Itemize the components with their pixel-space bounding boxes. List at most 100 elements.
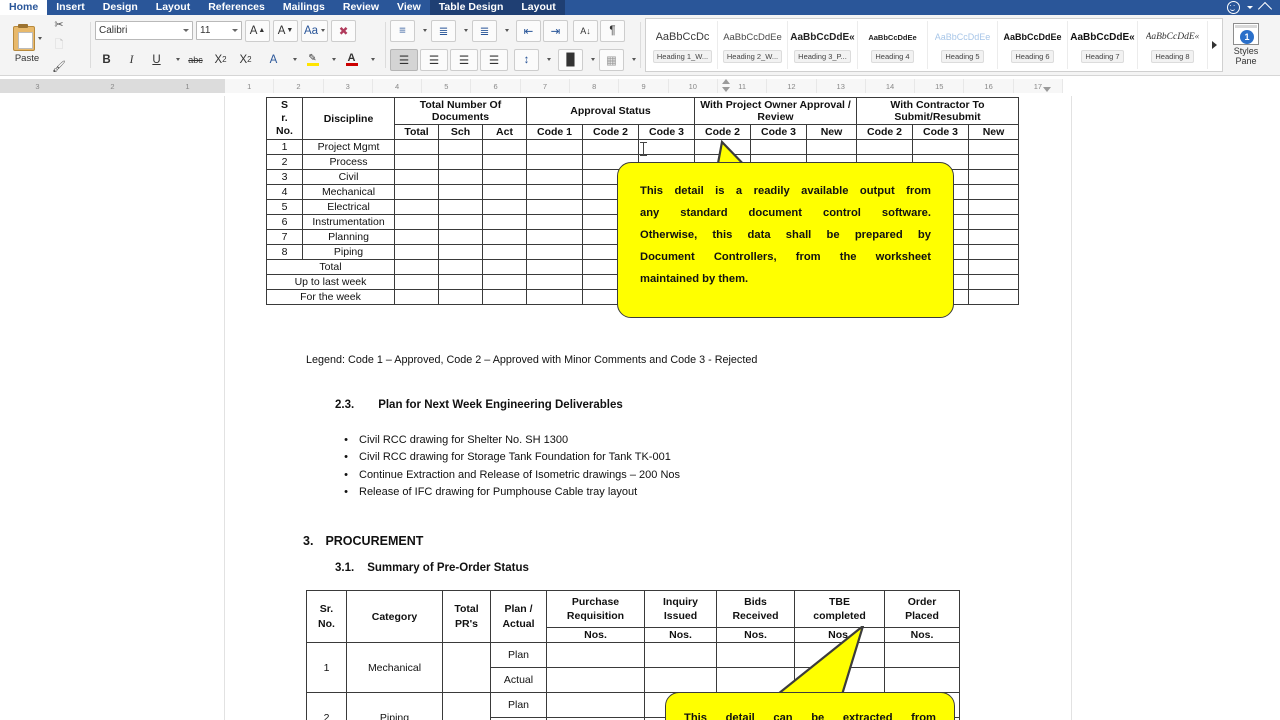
ruler-track[interactable]: 3 2 1 1 2 3 4 5 6 7 8 9 10 11 12 13 14 15 16 17: [0, 79, 1280, 93]
bullet-list-dropdown-icon[interactable]: [417, 21, 429, 41]
cell-sr[interactable]: 6: [266, 214, 303, 231]
styles-pane-button[interactable]: 1 Styles Pane: [1223, 23, 1269, 67]
bullet-list-icon[interactable]: ≡: [390, 19, 415, 42]
cell-sr[interactable]: 2: [266, 154, 303, 171]
underline-button[interactable]: U: [145, 50, 168, 70]
tab-design[interactable]: Design: [94, 0, 147, 15]
numbered-list-icon[interactable]: ≣: [431, 19, 456, 42]
line-spacing-icon[interactable]: ↕: [514, 48, 539, 71]
strikethrough-button[interactable]: abc: [184, 50, 207, 70]
style-tile-heading1[interactable]: AaBbCcDc Heading 1_W...: [648, 21, 718, 69]
chevron-down-icon[interactable]: [183, 29, 189, 32]
copy-icon[interactable]: 🗋: [49, 36, 69, 55]
cell2-category[interactable]: Mechanical: [346, 642, 443, 693]
tab-review[interactable]: Review: [334, 0, 388, 15]
multilevel-list-icon[interactable]: ≣: [472, 19, 497, 42]
underline-dropdown-icon[interactable]: [170, 50, 182, 70]
style-tile-heading8[interactable]: AaBbCcDdE« Heading 8: [1138, 21, 1208, 69]
first-line-indent-marker[interactable]: [722, 79, 730, 84]
gallery-more-icon[interactable]: [1208, 41, 1220, 49]
document-page[interactable]: Sr. No. Discipline Total Number Of Docume…: [225, 96, 1071, 720]
clear-formatting-icon[interactable]: ✖: [331, 19, 357, 42]
cell-sr[interactable]: 4: [266, 184, 303, 201]
cell2-plan[interactable]: Plan: [490, 642, 547, 668]
grow-font-button[interactable]: A ▲: [245, 19, 270, 42]
chevron-down-icon[interactable]: [1247, 6, 1253, 9]
text-effects-dropdown-icon[interactable]: [287, 50, 299, 70]
list-item[interactable]: • Release of IFC drawing for Pumphouse C…: [333, 484, 680, 501]
cell-discipline[interactable]: Planning: [302, 229, 395, 246]
cell-total[interactable]: Total: [266, 259, 395, 276]
cell-discipline[interactable]: Process: [302, 154, 395, 171]
tab-table-layout[interactable]: Layout: [512, 0, 565, 15]
align-center-icon[interactable]: ☰: [420, 48, 448, 71]
styles-gallery[interactable]: AaBbCcDc Heading 1_W... AaBbCcDdEe Headi…: [645, 18, 1223, 72]
cell2-category[interactable]: Piping: [346, 692, 443, 720]
highlighter-icon[interactable]: ✎: [301, 50, 324, 70]
numbered-list-dropdown-icon[interactable]: [458, 21, 470, 41]
paste-button[interactable]: Paste: [5, 24, 49, 64]
line-spacing-dropdown-icon[interactable]: [541, 50, 553, 70]
tab-layout[interactable]: Layout: [147, 0, 199, 15]
chevron-down-icon[interactable]: [232, 29, 238, 32]
shading-icon[interactable]: █: [558, 48, 583, 71]
bold-button[interactable]: B: [95, 50, 118, 70]
list-item[interactable]: • Civil RCC drawing for Storage Tank Fou…: [333, 449, 680, 466]
paste-dropdown-icon[interactable]: [37, 37, 42, 40]
pilcrow-icon[interactable]: ¶: [600, 19, 625, 42]
decrease-indent-icon[interactable]: ⇤: [516, 19, 541, 42]
superscript-button[interactable]: X2: [234, 50, 257, 70]
left-indent-marker[interactable]: [722, 87, 730, 92]
cell-sr[interactable]: 8: [266, 244, 303, 261]
style-tile-heading5[interactable]: AaBbCcDdEe Heading 5: [928, 21, 998, 69]
style-tile-heading6[interactable]: AaBbCcDdEe Heading 6: [998, 21, 1068, 69]
align-right-icon[interactable]: ☰: [450, 48, 478, 71]
tab-mailings[interactable]: Mailings: [274, 0, 334, 15]
style-tile-heading2[interactable]: AaBbCcDdEe Heading 2_W...: [718, 21, 788, 69]
cell-discipline[interactable]: Mechanical: [302, 184, 395, 201]
increase-indent-icon[interactable]: ⇥: [543, 19, 568, 42]
cell-sr[interactable]: 7: [266, 229, 303, 246]
paintbrush-icon[interactable]: 🖌: [49, 57, 69, 76]
cell2-sr[interactable]: 2: [306, 692, 347, 720]
tab-insert[interactable]: Insert: [47, 0, 94, 15]
cell-up-to-last-week[interactable]: Up to last week: [266, 274, 395, 291]
shrink-font-button[interactable]: A ▼: [273, 19, 298, 42]
style-tile-heading3[interactable]: AaBbCcDdE« Heading 3_P...: [788, 21, 858, 69]
callout-documents-note[interactable]: This detail is a readily available outpu…: [617, 162, 954, 318]
tab-home[interactable]: Home: [0, 0, 48, 15]
font-name-input[interactable]: Calibri: [95, 21, 193, 40]
shading-dropdown-icon[interactable]: [585, 50, 597, 70]
font-color-dropdown-icon[interactable]: [365, 50, 377, 70]
sort-az-icon[interactable]: A↓: [573, 19, 598, 42]
callout-procurement-note[interactable]: This detail can be extracted from: [665, 692, 955, 720]
cell2-actual[interactable]: Actual: [490, 667, 547, 693]
font-color-button[interactable]: A: [340, 50, 363, 70]
cell-sr[interactable]: 3: [266, 169, 303, 186]
subscript-button[interactable]: X2: [209, 50, 232, 70]
cell-sr[interactable]: 1: [266, 139, 303, 156]
multilevel-list-dropdown-icon[interactable]: [499, 21, 511, 41]
tab-references[interactable]: References: [199, 0, 274, 15]
cell-sr[interactable]: 5: [266, 199, 303, 216]
cell-discipline[interactable]: Instrumentation: [302, 214, 395, 231]
cell-discipline[interactable]: Project Mgmt: [302, 139, 395, 156]
text-effects-button[interactable]: A: [262, 50, 285, 70]
style-tile-heading7[interactable]: AaBbCcDdE« Heading 7: [1068, 21, 1138, 69]
change-case-button[interactable]: Aa: [301, 19, 329, 42]
cell-for-the-week[interactable]: For the week: [266, 289, 395, 306]
chevron-up-icon[interactable]: [1257, 1, 1273, 17]
right-indent-marker[interactable]: [1043, 87, 1051, 92]
style-tile-heading4[interactable]: AaBbCcDdEe Heading 4: [858, 21, 928, 69]
font-size-input[interactable]: 11: [196, 21, 242, 40]
tab-view[interactable]: View: [388, 0, 430, 15]
align-left-icon[interactable]: ☰: [390, 48, 418, 71]
borders-icon[interactable]: ▦: [599, 48, 624, 71]
italic-button[interactable]: I: [120, 50, 143, 70]
horizontal-ruler[interactable]: ⊢ 3211234567891011121314151617: [0, 76, 1280, 97]
justify-icon[interactable]: ☰: [480, 48, 508, 71]
smiley-icon[interactable]: [1227, 1, 1240, 14]
cell-discipline[interactable]: Civil: [302, 169, 395, 186]
cell-discipline[interactable]: Electrical: [302, 199, 395, 216]
cell2-plan[interactable]: Plan: [490, 692, 547, 718]
